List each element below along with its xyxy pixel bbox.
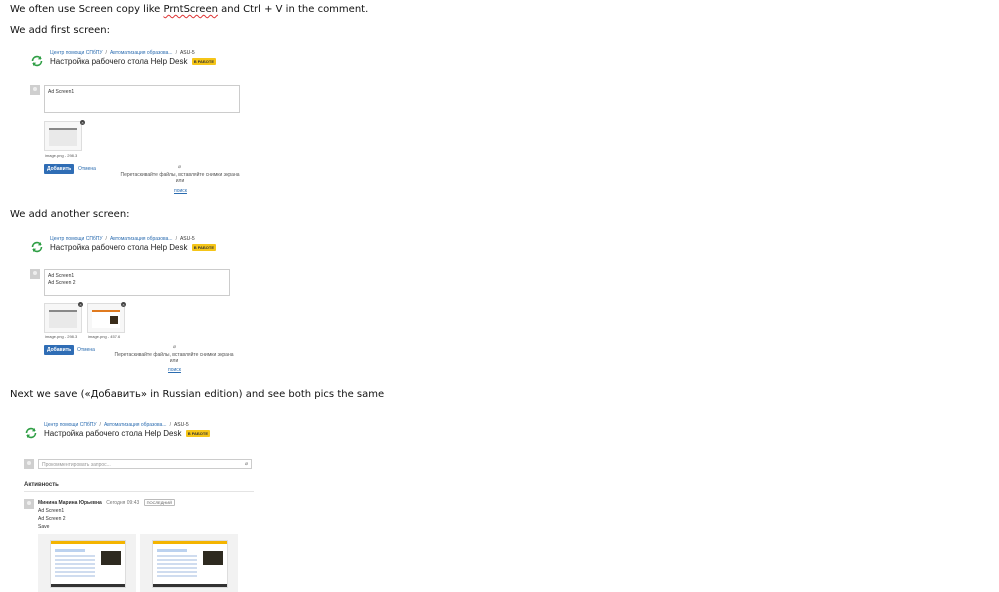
preview-footer	[51, 584, 125, 587]
drop-zone-hint: Перетаскивайте файлы, вставляйте снимки …	[114, 352, 234, 364]
search-link[interactable]: поиск	[168, 367, 181, 373]
cancel-link[interactable]: Отмена	[77, 347, 95, 353]
breadcrumb-category[interactable]: Автоматизация образова...	[110, 50, 173, 56]
breadcrumb-category[interactable]: Автоматизация образова...	[104, 422, 167, 428]
issue-key[interactable]: ASU-5	[180, 236, 195, 242]
attachment-thumbnail[interactable]	[44, 303, 82, 333]
preview-block	[55, 549, 85, 552]
breadcrumb: Центр помощи СПбПУ / Автоматизация образов…	[50, 50, 195, 56]
attached-image[interactable]	[140, 534, 238, 592]
status-badge: В РАБОТЕ	[191, 244, 217, 252]
save-caption: Next we save («Добавить» in Russian edit…	[10, 389, 385, 400]
attachment-caption: image.png - 298.3	[45, 334, 78, 339]
add-button[interactable]: Добавить	[44, 164, 75, 174]
comment-line: Ad Screen 2	[38, 516, 66, 522]
preview-photo	[203, 551, 223, 565]
search-link[interactable]: поиск	[174, 188, 187, 194]
issue-key[interactable]: ASU-5	[174, 422, 189, 428]
breadcrumb: Центр помощи СПбПУ / Автоматизация образов…	[50, 236, 195, 242]
issue-title: Настройка рабочего стола Help Desk В РАБ…	[50, 57, 217, 66]
thumbnail-image	[92, 310, 120, 328]
issue-title-text: Настройка рабочего стола Help Desk	[50, 57, 188, 66]
breadcrumb: Центр помощи СПбПУ / Автоматизация образов…	[44, 422, 189, 428]
comment-textarea[interactable]: Ad Screen1	[44, 85, 240, 113]
breadcrumb-separator: /	[105, 50, 107, 56]
comment-line: Ad Screen1	[48, 273, 75, 279]
intro-line: We often use Screen copy like PrntScreen…	[10, 4, 368, 15]
comment-line: Ad Screen1	[48, 89, 75, 95]
avatar	[24, 459, 34, 469]
preview-header	[51, 541, 125, 544]
comment-time: Сегодня 09:43	[106, 500, 140, 506]
breadcrumb-separator: /	[175, 236, 177, 242]
close-icon[interactable]: ×	[121, 302, 126, 307]
screenshot-second-screen: Центр помощи СПбПУ / Автоматизация образов…	[30, 236, 250, 376]
intro-text-start: We often use Screen copy like	[10, 4, 161, 15]
first-screen-caption: We add first screen:	[10, 25, 110, 36]
cancel-link[interactable]: Отмена	[78, 166, 96, 172]
thumbnail-image	[49, 128, 77, 146]
author-name[interactable]: Минина Марина Юрьевна	[38, 500, 102, 506]
comment-line: Ad Screen 2	[48, 280, 76, 286]
issue-title: Настройка рабочего стола Help Desk В РАБ…	[50, 243, 217, 252]
avatar	[30, 269, 40, 279]
comment-line: Save	[38, 524, 50, 530]
issue-key[interactable]: ASU-5	[180, 50, 195, 56]
screenshot-first-screen: Центр помощи СПбПУ / Автоматизация образов…	[30, 50, 250, 195]
preview-lines	[157, 555, 197, 577]
preview-header	[153, 541, 227, 544]
refresh-icon	[25, 427, 37, 439]
screenshot-after-save: Центр помощи СПбПУ / Автоматизация образов…	[24, 422, 256, 592]
second-screen-caption: We add another screen:	[10, 209, 130, 220]
preview-photo	[101, 551, 121, 565]
attached-image[interactable]	[38, 534, 136, 592]
breadcrumb-category[interactable]: Автоматизация образова...	[110, 236, 173, 242]
attachment-caption: image.png - 298.3	[45, 153, 78, 158]
issue-title: Настройка рабочего стола Help Desk В РАБ…	[44, 429, 211, 438]
breadcrumb-separator: /	[99, 422, 101, 428]
image-preview	[50, 540, 126, 588]
avatar	[24, 499, 34, 509]
comment-placeholder: Прокомментировать запрос...	[42, 462, 111, 468]
last-badge: ПОСЛЕДНИЙ	[143, 499, 176, 506]
intro-text-end: and Ctrl + V in the comment.	[221, 4, 369, 15]
drop-zone-hint: Перетаскивайте файлы, вставляйте снимки …	[120, 172, 240, 184]
preview-block	[157, 549, 187, 552]
breadcrumb-project[interactable]: Центр помощи СПбПУ	[50, 236, 103, 242]
attachment-thumbnail[interactable]	[87, 303, 125, 333]
preview-lines	[55, 555, 95, 577]
breadcrumb-separator: /	[175, 50, 177, 56]
preview-footer	[153, 584, 227, 587]
comment-author: Минина Марина Юрьевна Сегодня 09:43 ПОСЛ…	[38, 499, 176, 506]
paperclip-icon[interactable]: ⌀	[245, 461, 248, 467]
avatar	[30, 85, 40, 95]
status-badge: В РАБОТЕ	[191, 58, 217, 66]
breadcrumb-project[interactable]: Центр помощи СПбПУ	[44, 422, 97, 428]
misspelled-word: PrntScreen	[163, 4, 218, 15]
comment-textarea[interactable]: Ad Screen1 Ad Screen 2	[44, 269, 230, 296]
refresh-icon	[31, 55, 43, 67]
comment-input[interactable]: Прокомментировать запрос... ⌀	[38, 459, 252, 469]
paperclip-icon: ⌀	[173, 344, 177, 350]
attachment-caption: image.png - 457.6	[88, 334, 121, 339]
attachment-thumbnail[interactable]	[44, 121, 82, 151]
close-icon[interactable]: ×	[78, 302, 83, 307]
image-preview	[152, 540, 228, 588]
comment-line: Ad Screen1	[38, 508, 65, 514]
add-button[interactable]: Добавить	[44, 345, 75, 355]
thumbnail-image	[49, 310, 77, 328]
status-badge: В РАБОТЕ	[185, 430, 211, 438]
activity-heading: Активность	[24, 482, 59, 488]
breadcrumb-project[interactable]: Центр помощи СПбПУ	[50, 50, 103, 56]
issue-title-text: Настройка рабочего стола Help Desk	[50, 243, 188, 252]
breadcrumb-separator: /	[105, 236, 107, 242]
refresh-icon	[31, 241, 43, 253]
breadcrumb-separator: /	[169, 422, 171, 428]
close-icon[interactable]: ×	[80, 120, 85, 125]
paperclip-icon: ⌀	[178, 164, 182, 170]
issue-title-text: Настройка рабочего стола Help Desk	[44, 429, 182, 438]
divider	[24, 491, 254, 492]
